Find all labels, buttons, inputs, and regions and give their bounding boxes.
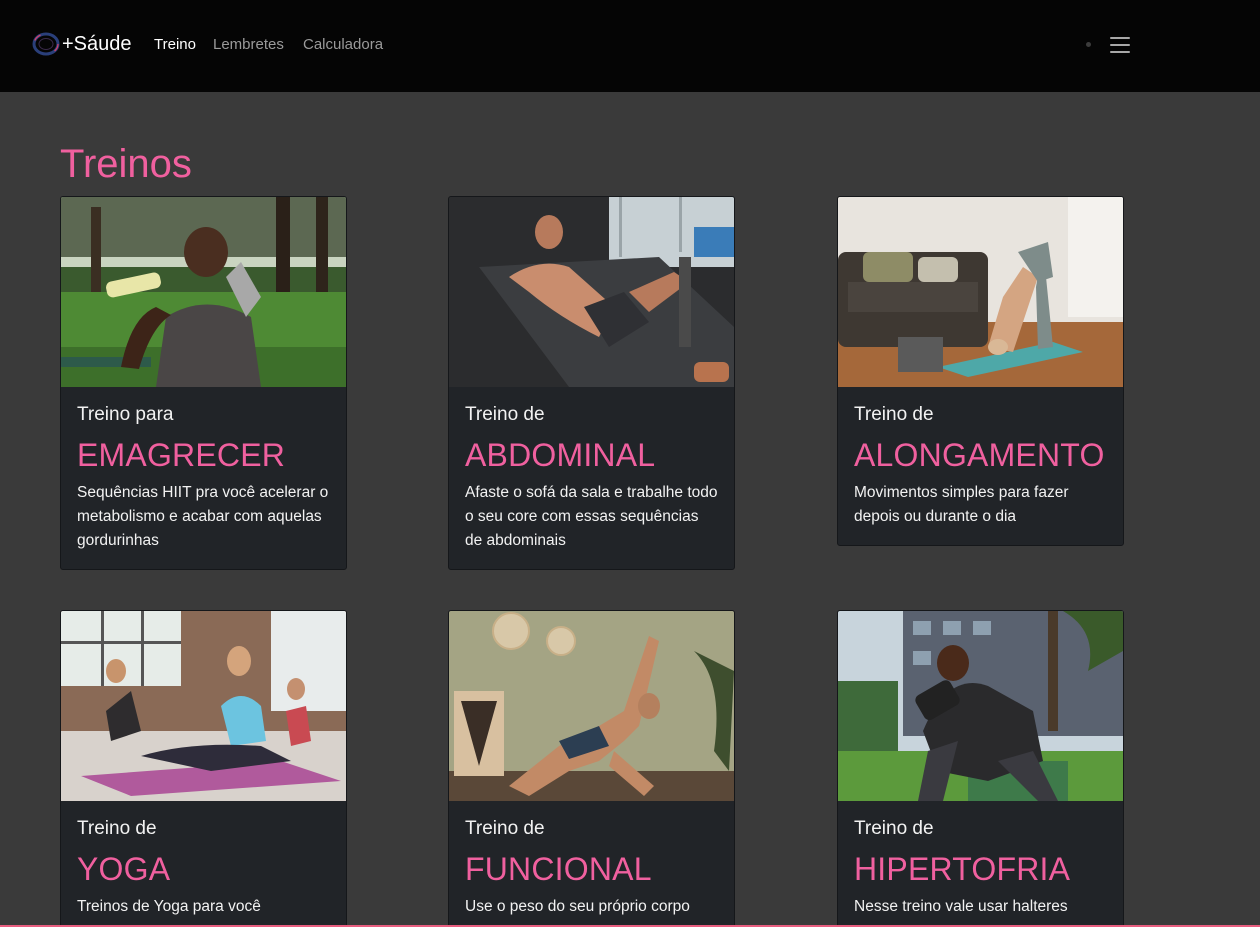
page-title: Treinos [60,142,192,186]
card-yoga[interactable]: Treino de YOGA Treinos de Yoga para você [60,610,347,927]
card-title: HIPERTOFRIA [854,851,1071,887]
nav-link-treino[interactable]: Treino [154,36,196,53]
card-photo-man-lifting-dumbbell [838,611,1123,801]
card-funcional[interactable]: Treino de FUNCIONAL Use o peso do seu pr… [448,610,735,927]
card-pre-title: Treino para [77,404,174,425]
card-text: Sequências HIIT pra você acelerar o meta… [77,484,329,549]
navbar: +Sáude Treino Lembretes Calculadora [0,0,1260,92]
brand-name: +Sáude [62,32,132,55]
card-abdominal[interactable]: Treino de ABDOMINAL Afaste o sofá da sal… [448,196,735,570]
card-pre-title: Treino de [465,404,545,425]
brand-logo-icon [32,32,60,56]
card-emagrecer[interactable]: Treino para EMAGRECER Sequências HIIT pr… [60,196,347,570]
nav-dot [1086,42,1091,47]
card-photo-man-functional-stretch [449,611,734,801]
card-text: Nesse treino vale usar halteres [854,898,1068,915]
card-photo-man-drinking-water [61,197,346,387]
card-title: ALONGAMENTO [854,437,1105,473]
brand-link[interactable]: +Sáude [32,31,132,57]
card-pre-title: Treino de [77,818,157,839]
card-text: Movimentos simples para fazer depois ou … [854,484,1069,525]
card-pre-title: Treino de [465,818,545,839]
card-photo-woman-stretching [838,197,1123,387]
card-pre-title: Treino de [854,404,934,425]
card-alongamento[interactable]: Treino de ALONGAMENTO Movimentos simples… [837,196,1124,546]
card-title: ABDOMINAL [465,437,656,473]
card-text: Treinos de Yoga para você [77,898,261,915]
card-photo-man-doing-crunches [449,197,734,387]
nav-link-calculadora[interactable]: Calculadora [303,36,383,53]
nav-link-lembretes[interactable]: Lembretes [213,36,284,53]
card-text: Afaste o sofá da sala e trabalhe todo o … [465,484,718,549]
card-hipertofria[interactable]: Treino de HIPERTOFRIA Nesse treino vale … [837,610,1124,927]
card-title: FUNCIONAL [465,851,652,887]
card-text: Use o peso do seu próprio corpo [465,898,690,915]
card-title: EMAGRECER [77,437,286,473]
card-pre-title: Treino de [854,818,934,839]
menu-toggle-button[interactable] [1110,36,1132,54]
card-photo-women-yoga [61,611,346,801]
card-title: YOGA [77,851,171,887]
